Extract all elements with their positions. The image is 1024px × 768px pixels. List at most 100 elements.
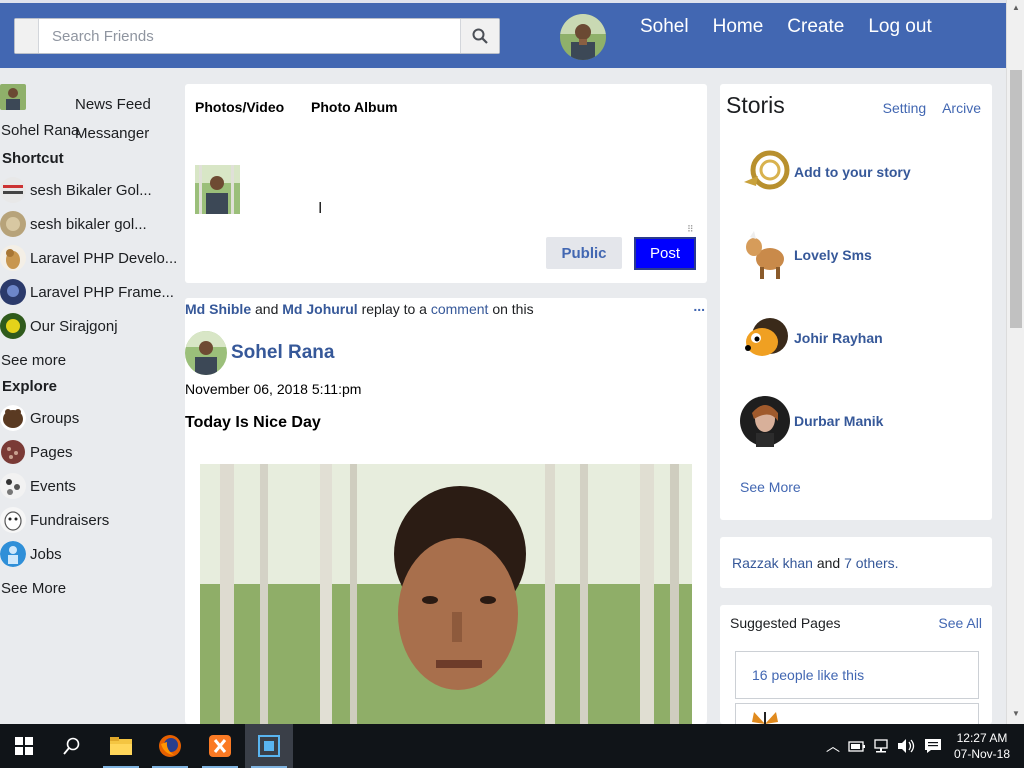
clock-date: 07-Nov-18 xyxy=(953,747,1010,761)
sidebar-heading-shortcut: Shortcut xyxy=(2,150,64,167)
nav-home-link[interactable]: Home xyxy=(713,16,764,38)
goat-icon xyxy=(740,229,790,281)
sidebar-shortcut-item[interactable]: Laravel PHP Develo... xyxy=(0,245,177,271)
post-photo[interactable] xyxy=(200,464,692,724)
nav-logout-link[interactable]: Log out xyxy=(868,16,931,38)
sidebar-item-fundraisers[interactable]: Fundraisers xyxy=(0,507,109,533)
tab-photos-video[interactable]: Photos/Video xyxy=(195,99,284,115)
suggested-page-item[interactable] xyxy=(735,703,979,724)
nav-create-link[interactable]: Create xyxy=(787,16,844,38)
privacy-public-button[interactable]: Public xyxy=(546,237,622,269)
taskbar-xampp[interactable] xyxy=(196,724,244,768)
group-icon xyxy=(0,279,26,305)
stories-archive-link[interactable]: Arcive xyxy=(942,100,981,116)
post-activity-line: Md Shible and Md Johurul replay to a com… xyxy=(185,301,534,317)
dog-icon xyxy=(0,245,26,271)
sidebar-item-news-feed[interactable]: News Feed xyxy=(75,96,151,113)
search-button[interactable] xyxy=(460,19,499,53)
feed-post: Md Shible and Md Johurul replay to a com… xyxy=(185,298,707,724)
sidebar-item-groups[interactable]: Groups xyxy=(0,405,79,431)
taskbar-search-button[interactable] xyxy=(48,724,96,768)
chevron-up-icon[interactable]: ︿ xyxy=(826,736,840,756)
notification-icon[interactable] xyxy=(924,738,942,754)
sidebar-item-jobs[interactable]: Jobs xyxy=(0,541,62,567)
folder-icon xyxy=(110,737,132,755)
groups-icon xyxy=(0,405,26,431)
story-item[interactable]: Add to your story xyxy=(740,146,911,198)
search-icon xyxy=(63,737,80,755)
windows-taskbar: ︿ 12:27 AM 07-Nov-18 xyxy=(0,724,1024,768)
scrollbar-thumb[interactable] xyxy=(1010,70,1022,328)
battery-icon[interactable] xyxy=(848,739,866,753)
story-item[interactable]: Lovely Sms xyxy=(740,229,872,281)
group-icon xyxy=(0,211,26,237)
story-item[interactable]: Durbar Manik xyxy=(740,395,883,447)
pages-icon xyxy=(0,439,26,465)
sidebar-shortcut-item[interactable]: Our Sirajgonj xyxy=(0,313,118,339)
nav-profile-link[interactable]: Sohel xyxy=(640,16,689,38)
sidebar-profile-name[interactable]: Sohel Rana xyxy=(1,122,79,139)
sidebar-item-events[interactable]: Events xyxy=(0,473,76,499)
others-link[interactable]: 7 others. xyxy=(844,555,898,571)
comment-link[interactable]: comment xyxy=(431,301,489,317)
clock-time: 12:27 AM xyxy=(956,731,1008,745)
post-options-button[interactable]: ... xyxy=(693,298,705,314)
stories-panel: Storis Setting Arcive Add to your story … xyxy=(720,84,992,520)
post-author-name[interactable]: Sohel Rana xyxy=(231,342,334,364)
screen-capture-icon xyxy=(258,735,280,757)
search-box xyxy=(14,18,500,54)
suggested-pages-title: Suggested Pages xyxy=(730,615,841,631)
top-nav-links: Sohel Home Create Log out xyxy=(640,16,956,38)
stories-setting-link[interactable]: Setting xyxy=(883,100,927,116)
sidebar-shortcut-item[interactable]: sesh bikaler gol... xyxy=(0,211,147,237)
taskbar-firefox[interactable] xyxy=(146,724,194,768)
sidebar-shortcut-item[interactable]: sesh Bikaler Gol... xyxy=(0,177,152,203)
post-text: Today Is Nice Day xyxy=(185,414,321,431)
xampp-icon xyxy=(209,735,231,757)
stories-links: Setting Arcive xyxy=(871,100,981,116)
sidebar-item-pages[interactable]: Pages xyxy=(0,439,73,465)
search-box-left-cap xyxy=(15,19,39,53)
suggested-page-likes[interactable]: 16 people like this xyxy=(735,651,979,699)
post-author-avatar[interactable] xyxy=(185,331,227,375)
post-button[interactable]: Post xyxy=(634,237,696,270)
sidebar-see-more-shortcuts[interactable]: See more xyxy=(1,352,66,369)
actor-link[interactable]: Md Johurul xyxy=(282,301,357,317)
sidebar-item-messenger[interactable]: Messanger xyxy=(75,125,149,142)
stories-see-more-link[interactable]: See More xyxy=(740,479,801,495)
header-avatar[interactable] xyxy=(560,14,606,60)
actor-link[interactable]: Md Shible xyxy=(185,301,251,317)
taskbar-screenshot-tool[interactable] xyxy=(245,724,293,768)
taskbar-file-explorer[interactable] xyxy=(97,724,145,768)
flower-icon xyxy=(0,313,26,339)
friend-name-link[interactable]: Razzak khan xyxy=(732,555,813,571)
scroll-down-arrow-icon[interactable]: ▼ xyxy=(1007,706,1024,722)
top-navigation-bar: Sohel Home Create Log out xyxy=(0,0,1006,68)
vertical-scrollbar[interactable]: ▲ ▼ xyxy=(1006,0,1024,724)
story-item[interactable]: Johir Rayhan xyxy=(740,312,883,364)
butterfly-icon xyxy=(752,712,778,724)
fundraisers-icon xyxy=(0,507,26,533)
sidebar-heading-explore: Explore xyxy=(2,378,58,395)
volume-icon[interactable] xyxy=(896,738,916,754)
post-composer: Photos/Video Photo Album ⠿ Public Post xyxy=(185,84,707,283)
search-input[interactable] xyxy=(40,19,460,53)
sidebar-shortcut-item[interactable]: Laravel PHP Frame... xyxy=(0,279,174,305)
taskbar-clock[interactable]: 12:27 AM 07-Nov-18 xyxy=(954,730,1010,762)
search-icon xyxy=(472,28,488,44)
group-icon xyxy=(0,177,26,203)
sidebar-profile-avatar[interactable] xyxy=(0,84,30,110)
start-button[interactable] xyxy=(0,724,48,768)
text-cursor-icon: Ι xyxy=(318,200,323,217)
jobs-icon xyxy=(0,541,26,567)
hedgehog-icon xyxy=(740,312,790,364)
tab-photo-album[interactable]: Photo Album xyxy=(311,99,398,115)
network-icon[interactable] xyxy=(872,738,890,754)
horn-icon xyxy=(740,146,790,198)
textarea-resize-grip[interactable]: ⠿ xyxy=(687,224,694,235)
sidebar-see-more-explore[interactable]: See More xyxy=(1,580,66,597)
scroll-up-arrow-icon[interactable]: ▲ xyxy=(1007,0,1024,16)
selected-photo-thumbnail[interactable] xyxy=(195,165,240,214)
windows-logo-icon xyxy=(15,737,33,755)
suggested-see-all-link[interactable]: See All xyxy=(938,615,982,631)
